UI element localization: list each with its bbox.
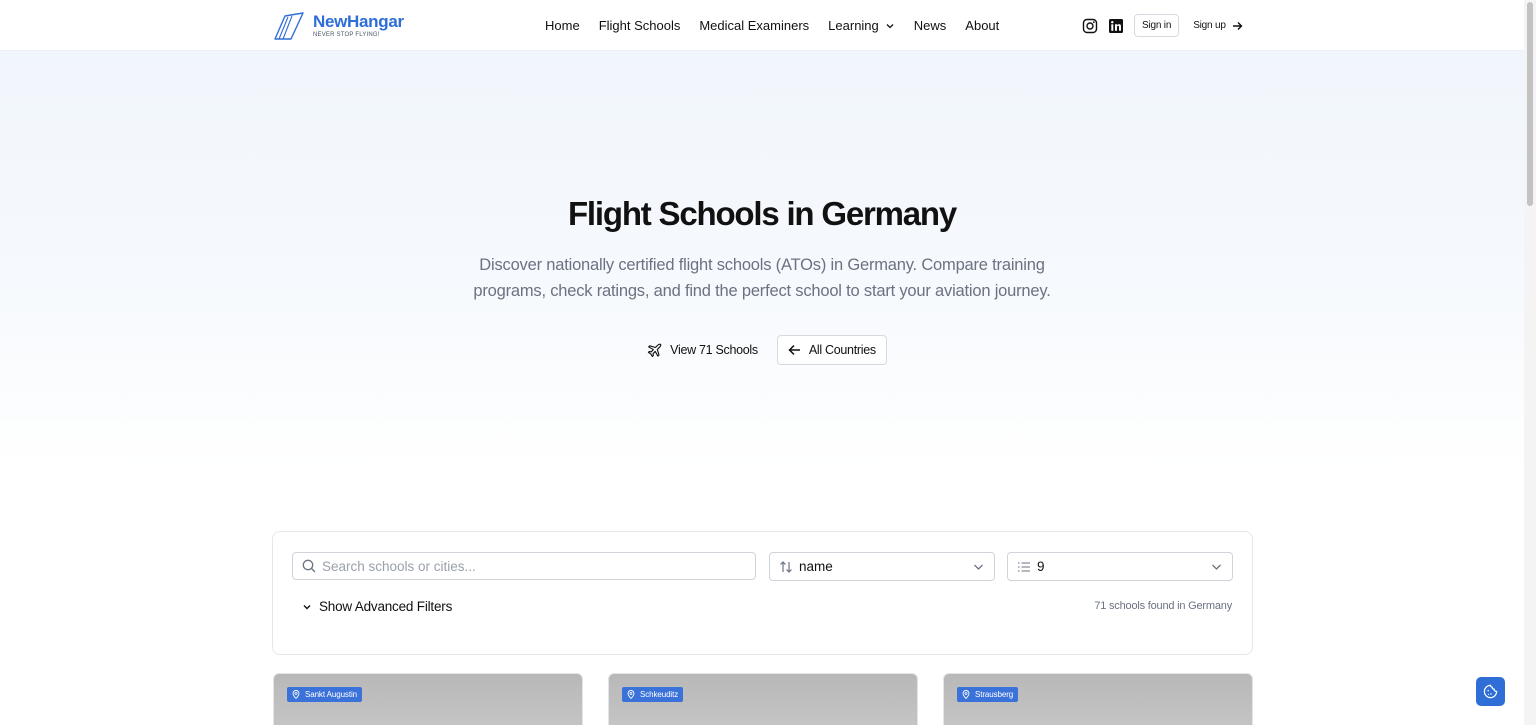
arrow-left-icon [788, 344, 800, 356]
brand-logo[interactable]: NewHangar NEVER STOP FLYING! [273, 11, 404, 41]
nav-item-learning-label: Learning [828, 18, 879, 33]
sign-in-button[interactable]: Sign in [1134, 14, 1180, 37]
site-header: NewHangar NEVER STOP FLYING! Home Flight… [0, 0, 1524, 51]
location-badge: Strausberg [957, 687, 1019, 702]
chevron-down-icon [1212, 564, 1221, 570]
page-title: Flight Schools in Germany [567, 195, 957, 232]
hero-actions: View 71 Schools All Countries [0, 335, 1524, 365]
logo-wing-icon [274, 12, 304, 40]
per-page-select[interactable]: 9 [1007, 552, 1233, 581]
sort-value: name [799, 559, 833, 574]
sign-up-button[interactable]: Sign up [1193, 20, 1243, 31]
sort-select[interactable]: name [769, 552, 995, 581]
cookie-settings-button[interactable] [1476, 677, 1505, 706]
location-badge: Schkeuditz [622, 687, 684, 702]
school-card[interactable]: Strausberg [943, 673, 1253, 725]
sort-arrows-icon [779, 560, 793, 574]
search-icon [302, 559, 316, 573]
main-nav: Home Flight Schools Medical Examiners Le… [545, 0, 1018, 51]
cookie-icon [1483, 684, 1498, 699]
linkedin-icon[interactable] [1108, 18, 1124, 34]
search-input[interactable] [322, 558, 742, 574]
chevron-down-icon [303, 604, 311, 609]
chevron-down-icon [974, 564, 983, 570]
page-scrollbar[interactable] [1524, 0, 1536, 725]
nav-item-learning[interactable]: Learning [828, 18, 895, 33]
school-card[interactable]: Sankt Augustin [273, 673, 583, 725]
advanced-filters-toggle[interactable]: Show Advanced Filters [302, 599, 452, 614]
advanced-filters-label: Show Advanced Filters [319, 599, 453, 614]
view-schools-label: View 71 Schools [670, 343, 758, 357]
location-label: Strausberg [975, 690, 1014, 699]
nav-item-about[interactable]: About [965, 18, 999, 33]
school-card[interactable]: Schkeuditz [608, 673, 918, 725]
map-pin-icon [627, 690, 635, 699]
results-count: 71 schools found in Germany [1094, 600, 1232, 612]
map-pin-icon [962, 690, 970, 699]
view-schools-button[interactable]: View 71 Schools [637, 336, 768, 365]
nav-item-flight-schools[interactable]: Flight Schools [599, 18, 681, 33]
list-icon [1017, 560, 1031, 574]
brand-tagline: NEVER STOP FLYING! [313, 32, 380, 38]
nav-item-home[interactable]: Home [545, 18, 580, 33]
map-pin-icon [292, 690, 300, 699]
nav-item-news[interactable]: News [914, 18, 947, 33]
hero-section: Flight Schools in Germany Discover natio… [0, 51, 1524, 471]
chevron-down-icon [886, 23, 894, 28]
location-badge: Sankt Augustin [287, 687, 362, 702]
all-countries-label: All Countries [808, 343, 876, 357]
header-actions: Sign in Sign up [1082, 14, 1243, 37]
scrollbar-thumb[interactable] [1527, 2, 1533, 206]
filter-panel: name 9 Show Advanced Filters 71 schools … [272, 531, 1253, 655]
plane-icon [648, 343, 662, 357]
nav-item-medical-examiners[interactable]: Medical Examiners [699, 18, 809, 33]
instagram-icon[interactable] [1082, 18, 1098, 34]
brand-name: NewHangar [313, 12, 404, 31]
sign-up-label: Sign up [1193, 20, 1226, 31]
search-box[interactable] [292, 552, 756, 580]
location-label: Sankt Augustin [305, 690, 357, 699]
brand-text: NewHangar NEVER STOP FLYING! [313, 13, 404, 39]
hero-description: Discover nationally certified flight sch… [473, 256, 1051, 300]
per-page-value: 9 [1037, 559, 1045, 574]
location-label: Schkeuditz [640, 690, 679, 699]
all-countries-button[interactable]: All Countries [776, 335, 887, 365]
arrow-right-icon [1232, 21, 1243, 30]
